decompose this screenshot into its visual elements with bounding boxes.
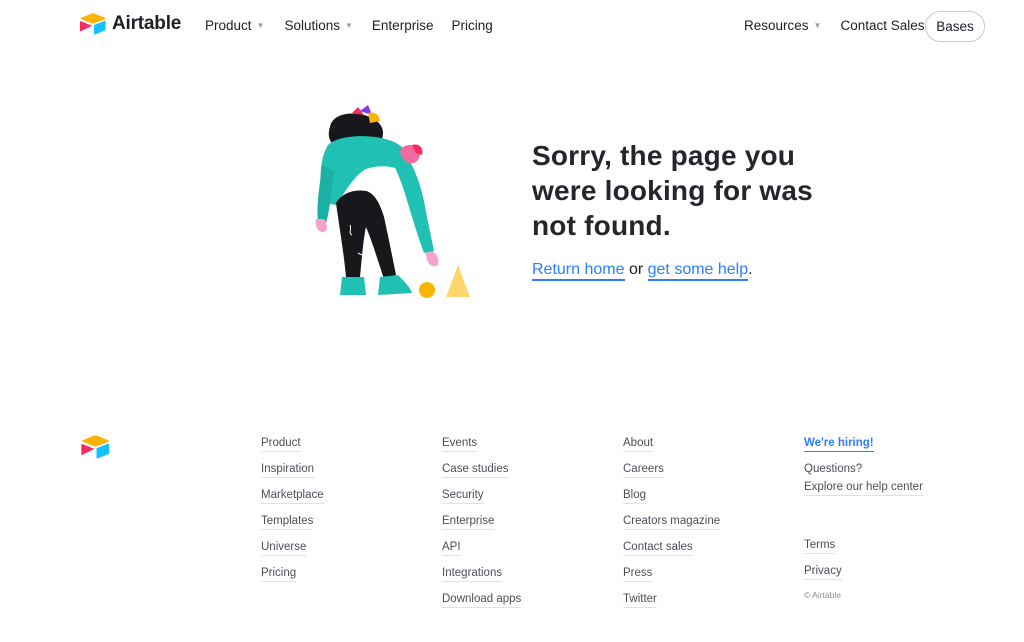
- footer-link[interactable]: Download apps: [442, 592, 522, 608]
- error-headline: Sorry, the page you were looking for was…: [532, 138, 832, 243]
- chevron-down-icon: ▼: [256, 21, 265, 30]
- terms-link[interactable]: Terms: [804, 538, 836, 554]
- brand-logo[interactable]: Airtable: [80, 13, 181, 35]
- footer-airtable-logo-icon[interactable]: [81, 435, 110, 459]
- footer-link[interactable]: Creators magazine: [623, 514, 721, 530]
- airtable-logo-icon: [80, 13, 106, 35]
- error-message: Sorry, the page you were looking for was…: [532, 138, 832, 281]
- nav-enterprise[interactable]: Enterprise: [372, 18, 434, 33]
- site-header: Airtable Product ▼ Solutions ▼ Enterpris…: [0, 0, 1024, 54]
- recovery-links: Return home or get some help.: [532, 261, 832, 281]
- footer-link[interactable]: Events: [442, 436, 478, 452]
- copyright-text: © Airtable: [804, 590, 841, 600]
- footer-link[interactable]: Press: [623, 566, 653, 582]
- footer-link[interactable]: Case studies: [442, 462, 509, 478]
- nav-enterprise-label: Enterprise: [371, 18, 434, 33]
- get-help-link[interactable]: get some help: [647, 261, 749, 281]
- footer-link[interactable]: Universe: [261, 540, 307, 556]
- help-center-link[interactable]: Explore our help center: [804, 480, 923, 496]
- chevron-down-icon: ▼: [813, 21, 822, 30]
- nav-resources[interactable]: Resources ▼: [744, 18, 821, 33]
- footer-link[interactable]: Blog: [623, 488, 647, 504]
- questions-text: Questions?: [804, 463, 863, 475]
- headline-line: not found.: [532, 210, 671, 241]
- footer-link[interactable]: Inspiration: [261, 462, 315, 478]
- footer-link[interactable]: Enterprise: [442, 514, 495, 530]
- footer-column-product: Product Inspiration Marketplace Template…: [261, 436, 324, 592]
- nav-contact-sales[interactable]: Contact Sales: [840, 18, 924, 33]
- headline-line: were looking for was: [532, 175, 813, 206]
- lost-person-illustration: [315, 105, 470, 298]
- footer-link[interactable]: Careers: [623, 462, 664, 478]
- bases-button[interactable]: Bases: [925, 11, 985, 42]
- secondary-nav: Resources ▼ Contact Sales: [744, 18, 925, 33]
- footer-link[interactable]: Twitter: [623, 592, 657, 608]
- footer-link[interactable]: Contact sales: [623, 540, 693, 556]
- privacy-link[interactable]: Privacy: [804, 564, 842, 580]
- primary-nav: Product ▼ Solutions ▼ Enterprise Pricing: [205, 18, 493, 33]
- footer-link[interactable]: Marketplace: [261, 488, 324, 504]
- nav-resources-label: Resources: [744, 18, 809, 33]
- footer-column-resources: Events Case studies Security Enterprise …: [442, 436, 522, 618]
- nav-solutions[interactable]: Solutions ▼: [284, 18, 352, 33]
- nav-pricing-label: Pricing: [451, 18, 493, 33]
- return-home-link[interactable]: Return home: [532, 261, 625, 281]
- chevron-down-icon: ▼: [345, 21, 353, 30]
- nav-product-label: Product: [205, 18, 252, 33]
- footer-link[interactable]: Pricing: [261, 566, 297, 582]
- brand-name: Airtable: [112, 13, 182, 34]
- hiring-link[interactable]: We're hiring!: [804, 436, 874, 452]
- footer-link[interactable]: Product: [261, 436, 301, 452]
- or-text: or: [624, 261, 648, 278]
- period-text: .: [748, 261, 753, 278]
- nav-solutions-label: Solutions: [284, 18, 340, 33]
- nav-contact-sales-label: Contact Sales: [840, 18, 925, 33]
- footer-column-help: We're hiring! Questions? Explore our hel…: [804, 436, 923, 600]
- footer-link[interactable]: Templates: [261, 514, 314, 530]
- footer-link[interactable]: About: [623, 436, 654, 452]
- nav-pricing[interactable]: Pricing: [451, 18, 492, 33]
- nav-product[interactable]: Product ▼: [205, 18, 264, 33]
- headline-line: Sorry, the page you: [532, 140, 796, 171]
- footer-link[interactable]: Integrations: [442, 566, 503, 582]
- footer-link[interactable]: Security: [442, 488, 484, 504]
- footer-column-company: About Careers Blog Creators magazine Con…: [623, 436, 721, 618]
- footer-link[interactable]: API: [442, 540, 461, 556]
